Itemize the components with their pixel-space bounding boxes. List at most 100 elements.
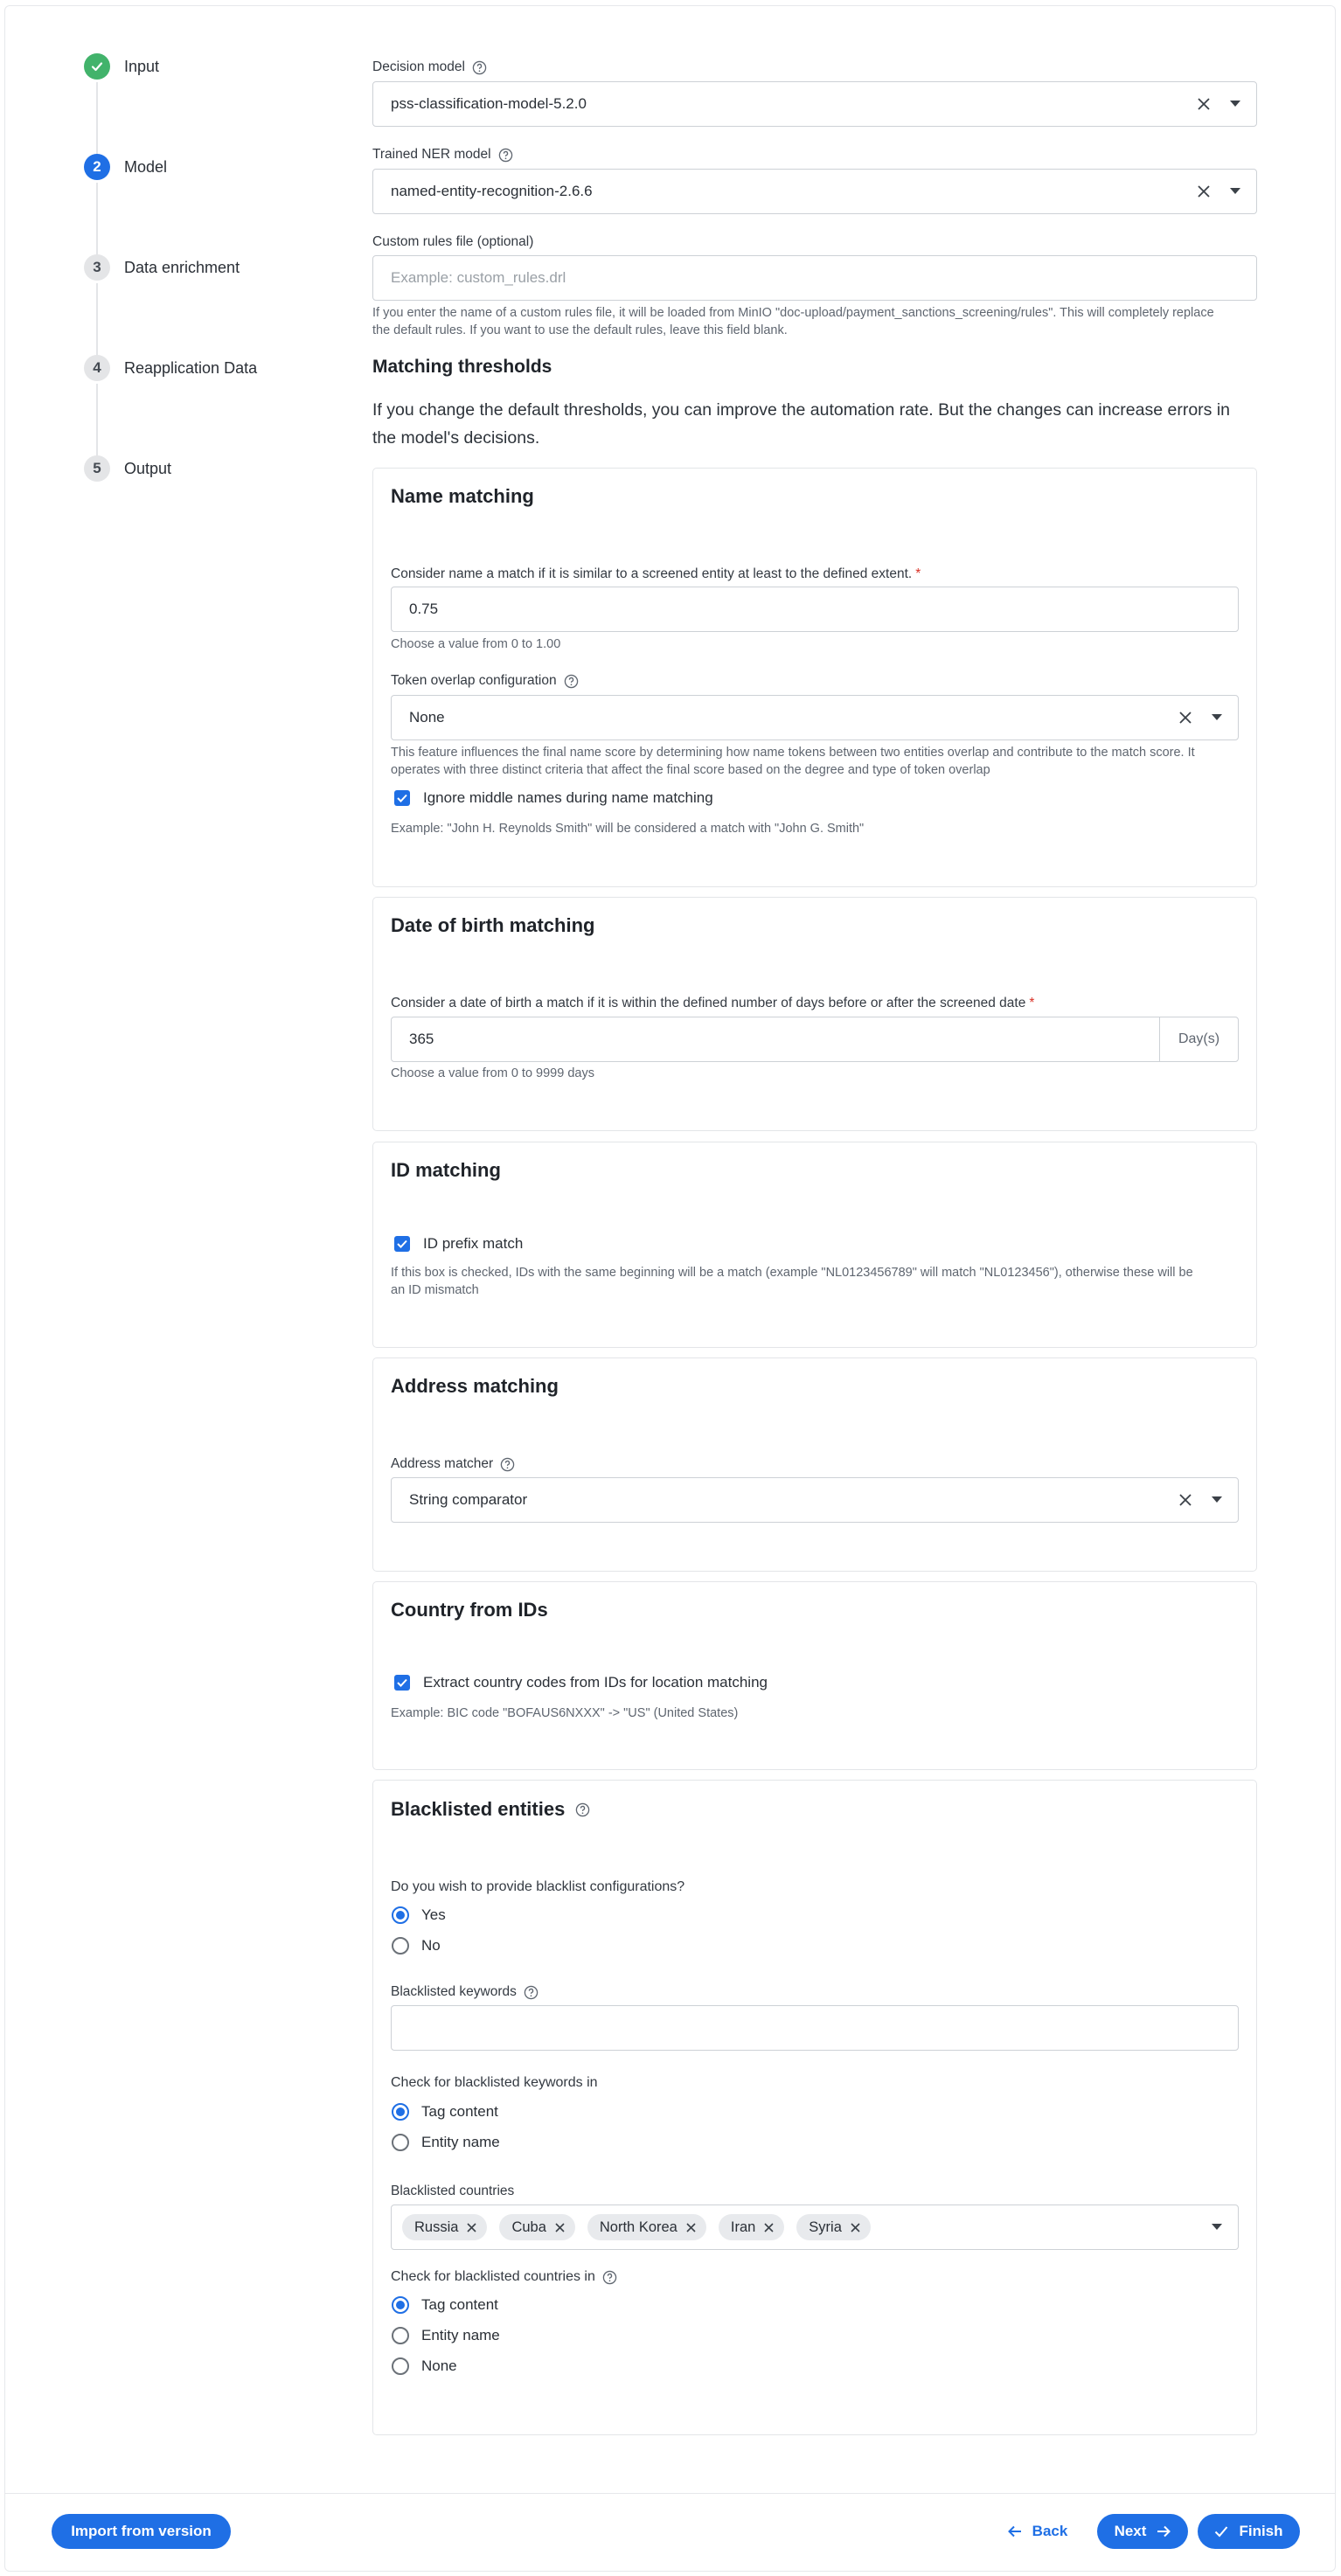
clear-icon[interactable] — [1178, 1493, 1192, 1507]
step-number: 5 — [84, 455, 110, 482]
step-label: Data enrichment — [124, 258, 240, 276]
blacklist-question: Do you wish to provide blacklist configu… — [391, 1879, 685, 1894]
hint-line: operates with three distinct criteria th… — [391, 763, 990, 777]
ner-model-select[interactable]: named-entity-recognition-2.6.6 — [372, 169, 1257, 214]
help-icon[interactable] — [498, 148, 513, 163]
country-chip: Cuba — [499, 2214, 575, 2240]
chevron-down-icon[interactable] — [1230, 101, 1240, 108]
radio-selected-icon[interactable] — [392, 2103, 409, 2121]
step-data-enrichment[interactable]: 3 Data enrichment — [84, 253, 240, 281]
chip-remove-icon[interactable] — [851, 2222, 860, 2232]
next-button[interactable]: Next — [1097, 2514, 1188, 2549]
radio-selected-icon[interactable] — [392, 1906, 409, 1924]
check-icon — [84, 53, 110, 80]
checkbox-checked-icon[interactable] — [394, 1675, 410, 1691]
button-label: Back — [1032, 2523, 1068, 2539]
blacklist-radio-no[interactable]: No — [392, 1937, 441, 1955]
checkbox-checked-icon[interactable] — [394, 1236, 410, 1252]
radio-unselected-icon[interactable] — [392, 2357, 409, 2375]
chip-label: Syria — [809, 2218, 842, 2235]
id-prefix-hint: If this box is checked, IDs with the sam… — [391, 1264, 1193, 1299]
blacklisted-countries-label: Blacklisted countries — [391, 2184, 515, 2198]
para-line: If you change the default thresholds, yo… — [372, 400, 1230, 420]
label-text: Check for blacklisted countries in — [391, 2269, 595, 2284]
help-icon[interactable] — [564, 674, 579, 689]
custom-rules-label: Custom rules file (optional) — [372, 234, 534, 249]
arrow-left-icon — [1007, 2525, 1021, 2538]
blacklisted-countries-select[interactable]: Russia Cuba North Korea Iran Syria — [391, 2205, 1239, 2250]
chip-label: Iran — [730, 2218, 756, 2235]
clear-icon[interactable] — [1197, 184, 1211, 198]
finish-button[interactable]: Finish — [1198, 2514, 1300, 2549]
help-icon[interactable] — [602, 2270, 617, 2285]
keywords-radio-tag-content[interactable]: Tag content — [392, 2103, 498, 2121]
radio-label: Tag content — [421, 2103, 498, 2120]
countries-radio-tag-content[interactable]: Tag content — [392, 2296, 498, 2314]
chip-remove-icon[interactable] — [764, 2222, 774, 2232]
dob-label: Consider a date of birth a match if it i… — [391, 996, 1034, 1011]
label-text: Decision model — [372, 59, 465, 74]
radio-selected-icon[interactable] — [392, 2296, 409, 2314]
input-value: 365 — [409, 1031, 434, 1047]
check-icon — [1215, 2526, 1228, 2538]
radio-unselected-icon[interactable] — [392, 2327, 409, 2344]
step-label: Reapplication Data — [124, 358, 258, 377]
hint-line: an ID mismatch — [391, 1283, 479, 1297]
country-chip: Syria — [796, 2214, 871, 2240]
decision-model-select[interactable]: pss-classification-model-5.2.0 — [372, 81, 1257, 127]
name-threshold-input[interactable]: 0.75 — [391, 587, 1239, 632]
blacklist-radio-yes[interactable]: Yes — [392, 1906, 446, 1924]
chip-remove-icon[interactable] — [467, 2222, 477, 2232]
label-text: Consider a date of birth a match if it i… — [391, 996, 1026, 1010]
radio-label: Tag content — [421, 2296, 498, 2313]
back-button[interactable]: Back — [999, 2514, 1076, 2549]
help-icon[interactable] — [500, 1457, 515, 1472]
country-chips: Russia Cuba North Korea Iran Syria — [402, 2214, 871, 2240]
import-from-version-button[interactable]: Import from version — [52, 2514, 231, 2549]
countries-radio-entity-name[interactable]: Entity name — [392, 2327, 500, 2344]
custom-rules-hint: If you enter the name of a custom rules … — [372, 304, 1214, 339]
address-matcher-select[interactable]: String comparator — [391, 1477, 1239, 1523]
hint-line: the default rules. If you want to use th… — [372, 323, 788, 337]
ignore-middle-names-checkbox[interactable]: Ignore middle names during name matching — [394, 789, 713, 807]
step-connector — [96, 283, 98, 364]
chevron-down-icon[interactable] — [1212, 2224, 1222, 2231]
blacklisted-keywords-label: Blacklisted keywords — [391, 1984, 538, 2000]
address-matcher-label: Address matcher — [391, 1456, 515, 1472]
chip-remove-icon[interactable] — [686, 2222, 696, 2232]
step-label: Model — [124, 157, 168, 176]
checkbox-label: Extract country codes from IDs for locat… — [423, 1674, 768, 1691]
help-icon[interactable] — [575, 1802, 590, 1817]
blacklisted-keywords-input[interactable] — [391, 2005, 1239, 2051]
name-matching-title: Name matching — [391, 485, 534, 507]
footer-divider — [5, 2493, 1335, 2494]
label-text: Address matcher — [391, 1456, 494, 1471]
step-model[interactable]: 2 Model — [84, 153, 167, 181]
select-value: pss-classification-model-5.2.0 — [391, 95, 587, 112]
clear-icon[interactable] — [1197, 97, 1211, 111]
help-icon[interactable] — [524, 1985, 538, 2000]
dob-days-input[interactable]: 365 Day(s) — [391, 1017, 1239, 1062]
step-number: 2 — [84, 154, 110, 180]
extract-country-checkbox[interactable]: Extract country codes from IDs for locat… — [394, 1674, 768, 1691]
chevron-down-icon[interactable] — [1230, 188, 1240, 195]
clear-icon[interactable] — [1178, 711, 1192, 725]
checkbox-checked-icon[interactable] — [394, 790, 410, 806]
blacklist-title: Blacklisted entities — [391, 1798, 590, 1821]
chevron-down-icon[interactable] — [1212, 1496, 1222, 1503]
label-text: Token overlap configuration — [391, 673, 557, 688]
chip-remove-icon[interactable] — [555, 2222, 565, 2232]
help-icon[interactable] — [472, 60, 487, 75]
step-output[interactable]: 5 Output — [84, 455, 171, 483]
radio-unselected-icon[interactable] — [392, 2134, 409, 2151]
keywords-radio-entity-name[interactable]: Entity name — [392, 2134, 500, 2151]
countries-radio-none[interactable]: None — [392, 2357, 457, 2375]
radio-unselected-icon[interactable] — [392, 1937, 409, 1955]
token-overlap-select[interactable]: None — [391, 695, 1239, 740]
id-prefix-checkbox[interactable]: ID prefix match — [394, 1235, 523, 1253]
chevron-down-icon[interactable] — [1212, 714, 1222, 721]
step-reapplication-data[interactable]: 4 Reapplication Data — [84, 354, 257, 382]
step-input[interactable]: Input — [84, 52, 159, 80]
custom-rules-input[interactable]: Example: custom_rules.drl — [372, 255, 1257, 301]
label-text: Blacklisted keywords — [391, 1984, 517, 1999]
